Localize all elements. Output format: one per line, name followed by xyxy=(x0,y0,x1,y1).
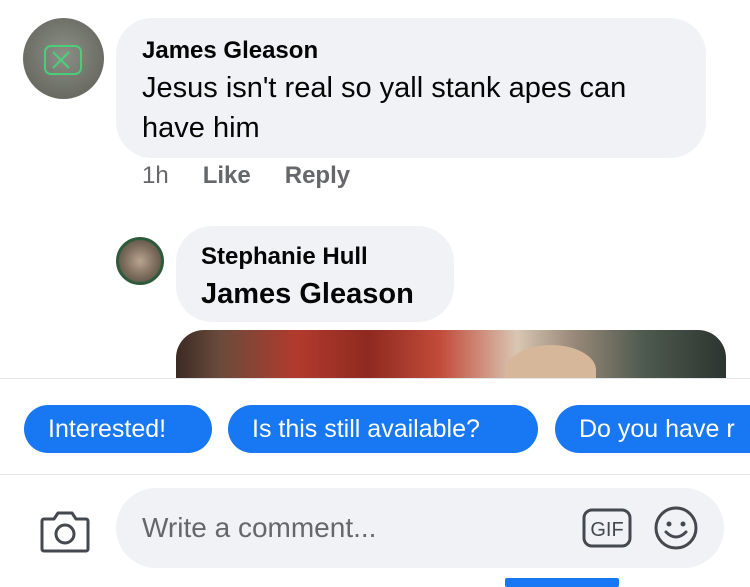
avatar-stephanie-hull[interactable] xyxy=(116,237,164,285)
quick-replies-bar: Interested! Is this still available? Do … xyxy=(0,378,750,474)
bottom-indicator xyxy=(505,578,619,587)
gif-label: GIF xyxy=(590,519,623,541)
reply-author[interactable]: Stephanie Hull xyxy=(201,242,429,272)
avatar-image xyxy=(44,45,82,75)
comment-time[interactable]: 1h xyxy=(142,162,169,190)
quick-reply-interested[interactable]: Interested! xyxy=(24,405,212,453)
comment-bubble: James Gleason Jesus isn't real so yall s… xyxy=(116,18,706,158)
comment-composer: GIF xyxy=(0,474,750,587)
reply-image-attachment[interactable] xyxy=(176,330,726,378)
camera-icon[interactable] xyxy=(40,509,90,553)
quick-reply-still-available[interactable]: Is this still available? xyxy=(228,405,538,453)
comment-input[interactable] xyxy=(142,488,562,568)
avatar-james-gleason[interactable] xyxy=(23,18,104,99)
smiley-icon[interactable] xyxy=(653,505,699,551)
comment-actions: 1h Like Reply xyxy=(142,162,350,190)
gif-icon[interactable]: GIF xyxy=(582,508,632,548)
comment-author[interactable]: James Gleason xyxy=(142,36,680,66)
image-detail xyxy=(506,345,596,378)
reply-button[interactable]: Reply xyxy=(285,162,350,190)
like-button[interactable]: Like xyxy=(203,162,251,190)
reply-mention[interactable]: James Gleason xyxy=(201,274,429,314)
quick-reply-do-you-have[interactable]: Do you have r xyxy=(555,405,750,453)
comment-text: Jesus isn't real so yall stank apes can … xyxy=(142,72,627,144)
reply-bubble: Stephanie Hull James Gleason xyxy=(176,226,454,322)
comment-input-wrapper[interactable]: GIF xyxy=(116,488,724,568)
